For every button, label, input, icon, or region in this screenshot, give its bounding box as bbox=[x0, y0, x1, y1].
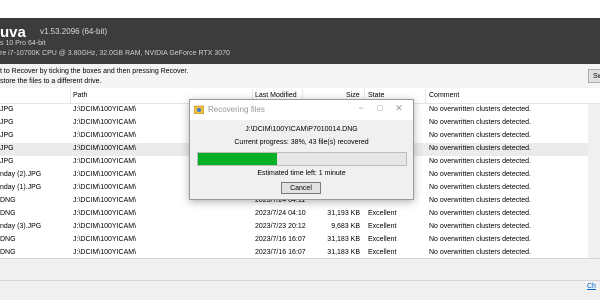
file-path-cell: J:\DCIM\100YICAM\ bbox=[73, 210, 137, 217]
comment-cell: No overwritten clusters detected. bbox=[429, 184, 531, 191]
status-link[interactable]: Ch bbox=[587, 283, 596, 290]
status-separator bbox=[0, 280, 600, 281]
comment-cell: No overwritten clusters detected. bbox=[429, 236, 531, 243]
hardware-info: re i7-10700K CPU @ 3.80GHz, 32.0GB RAM, … bbox=[0, 50, 230, 57]
file-name-cell: JPG bbox=[0, 145, 14, 152]
column-header-comment[interactable]: Comment bbox=[429, 92, 459, 99]
instruction-line-1: t to Recover by ticking the boxes and th… bbox=[0, 68, 189, 75]
progress-bar bbox=[197, 152, 407, 166]
comment-cell: No overwritten clusters detected. bbox=[429, 171, 531, 178]
comment-cell: No overwritten clusters detected. bbox=[429, 249, 531, 256]
size-cell: 9,683 KB bbox=[331, 223, 360, 230]
maximize-icon[interactable]: □ bbox=[373, 103, 387, 115]
last-modified-cell: 2023/7/23 20:12 bbox=[255, 223, 306, 230]
table-row[interactable]: nday (3).JPG J:\DCIM\100YICAM\ 2023/7/23… bbox=[0, 221, 600, 234]
file-name-cell: JPG bbox=[0, 132, 14, 139]
dialog-title-bar[interactable]: Recovering files − □ ✕ bbox=[190, 100, 413, 120]
table-row[interactable]: DNG J:\DCIM\100YICAM\ 2023/7/24 04:10 31… bbox=[0, 208, 600, 221]
file-name-cell: JPG bbox=[0, 158, 14, 165]
table-row[interactable]: DNG J:\DCIM\100YICAM\ 2023/7/16 16:07 31… bbox=[0, 247, 600, 256]
instructions-bar: t to Recover by ticking the boxes and th… bbox=[0, 64, 600, 88]
comment-cell: No overwritten clusters detected. bbox=[429, 158, 531, 165]
file-path-cell: J:\DCIM\100YICAM\ bbox=[73, 184, 137, 191]
state-cell: Excellent bbox=[368, 223, 397, 230]
status-area: Ch bbox=[0, 259, 600, 300]
file-name-cell: JPG bbox=[0, 119, 14, 126]
size-cell: 31,183 KB bbox=[327, 249, 360, 256]
file-path-cell: J:\DCIM\100YICAM\ bbox=[73, 236, 137, 243]
file-name-cell: DNG bbox=[0, 249, 16, 256]
dialog-title: Recovering files bbox=[208, 105, 265, 114]
size-cell: 31,193 KB bbox=[327, 210, 360, 217]
comment-cell: No overwritten clusters detected. bbox=[429, 119, 531, 126]
file-path-cell: J:\DCIM\100YICAM\ bbox=[73, 145, 137, 152]
recovering-files-dialog: Recovering files − □ ✕ J:\DCIM\100YICAM\… bbox=[189, 99, 414, 200]
minimize-icon[interactable]: − bbox=[354, 103, 368, 115]
last-modified-cell: 2023/7/24 04:10 bbox=[255, 210, 306, 217]
app-name: uva bbox=[0, 24, 26, 41]
comment-cell: No overwritten clusters detected. bbox=[429, 106, 531, 113]
file-path-cell: J:\DCIM\100YICAM\ bbox=[73, 106, 137, 113]
progress-bar-fill bbox=[198, 153, 278, 165]
column-header-path[interactable]: Path bbox=[73, 92, 87, 99]
cancel-button[interactable]: Cancel bbox=[281, 182, 321, 194]
table-row[interactable]: DNG J:\DCIM\100YICAM\ 2023/7/16 16:07 31… bbox=[0, 234, 600, 247]
file-name-cell: nday (3).JPG bbox=[0, 223, 42, 230]
file-name-cell: nday (1).JPG bbox=[0, 184, 42, 191]
column-separator[interactable] bbox=[70, 89, 71, 103]
comment-cell: No overwritten clusters detected. bbox=[429, 210, 531, 217]
column-header-state[interactable]: State bbox=[368, 92, 384, 99]
vertical-scrollbar[interactable] bbox=[588, 104, 600, 258]
comment-cell: No overwritten clusters detected. bbox=[429, 197, 531, 204]
file-name-cell: DNG bbox=[0, 197, 16, 204]
current-file-path: J:\DCIM\100YICAM\P7010014.DNG bbox=[245, 126, 358, 133]
switch-mode-button[interactable]: Sw bbox=[588, 69, 600, 83]
top-strip bbox=[0, 0, 600, 18]
app-header: uva v1.53.2096 (64-bit) s 10 Pro 64-bit … bbox=[0, 18, 600, 64]
file-path-cell: J:\DCIM\100YICAM\ bbox=[73, 158, 137, 165]
file-path-cell: J:\DCIM\100YICAM\ bbox=[73, 249, 137, 256]
progress-status: Current progress: 38%, 43 file(s) recove… bbox=[234, 139, 369, 146]
file-path-cell: J:\DCIM\100YICAM\ bbox=[73, 132, 137, 139]
comment-cell: No overwritten clusters detected. bbox=[429, 132, 531, 139]
column-separator[interactable] bbox=[425, 89, 426, 103]
file-name-cell: nday (2).JPG bbox=[0, 171, 42, 178]
os-info: s 10 Pro 64-bit bbox=[0, 40, 46, 47]
state-cell: Excellent bbox=[368, 249, 397, 256]
column-header-last-modified[interactable]: Last Modified bbox=[255, 92, 297, 99]
file-name-cell: JPG bbox=[0, 106, 14, 113]
comment-cell: No overwritten clusters detected. bbox=[429, 145, 531, 152]
comment-cell: No overwritten clusters detected. bbox=[429, 223, 531, 230]
file-path-cell: J:\DCIM\100YICAM\ bbox=[73, 119, 137, 126]
file-path-cell: J:\DCIM\100YICAM\ bbox=[73, 197, 137, 204]
file-path-cell: J:\DCIM\100YICAM\ bbox=[73, 223, 137, 230]
file-path-cell: J:\DCIM\100YICAM\ bbox=[73, 171, 137, 178]
state-cell: Excellent bbox=[368, 236, 397, 243]
last-modified-cell: 2023/7/16 16:07 bbox=[255, 249, 306, 256]
state-cell: Excellent bbox=[368, 210, 397, 217]
app-version: v1.53.2096 (64-bit) bbox=[40, 27, 108, 36]
last-modified-cell: 2023/7/16 16:07 bbox=[255, 236, 306, 243]
file-name-cell: DNG bbox=[0, 236, 16, 243]
close-icon[interactable]: ✕ bbox=[392, 103, 406, 115]
recuva-app-icon bbox=[194, 105, 204, 114]
size-cell: 31,183 KB bbox=[327, 236, 360, 243]
time-remaining: Estimated time left: 1 minute bbox=[257, 170, 346, 177]
file-name-cell: DNG bbox=[0, 210, 16, 217]
instruction-line-2: store the files to a different drive. bbox=[0, 78, 102, 85]
column-header-size[interactable]: Size bbox=[346, 92, 360, 99]
